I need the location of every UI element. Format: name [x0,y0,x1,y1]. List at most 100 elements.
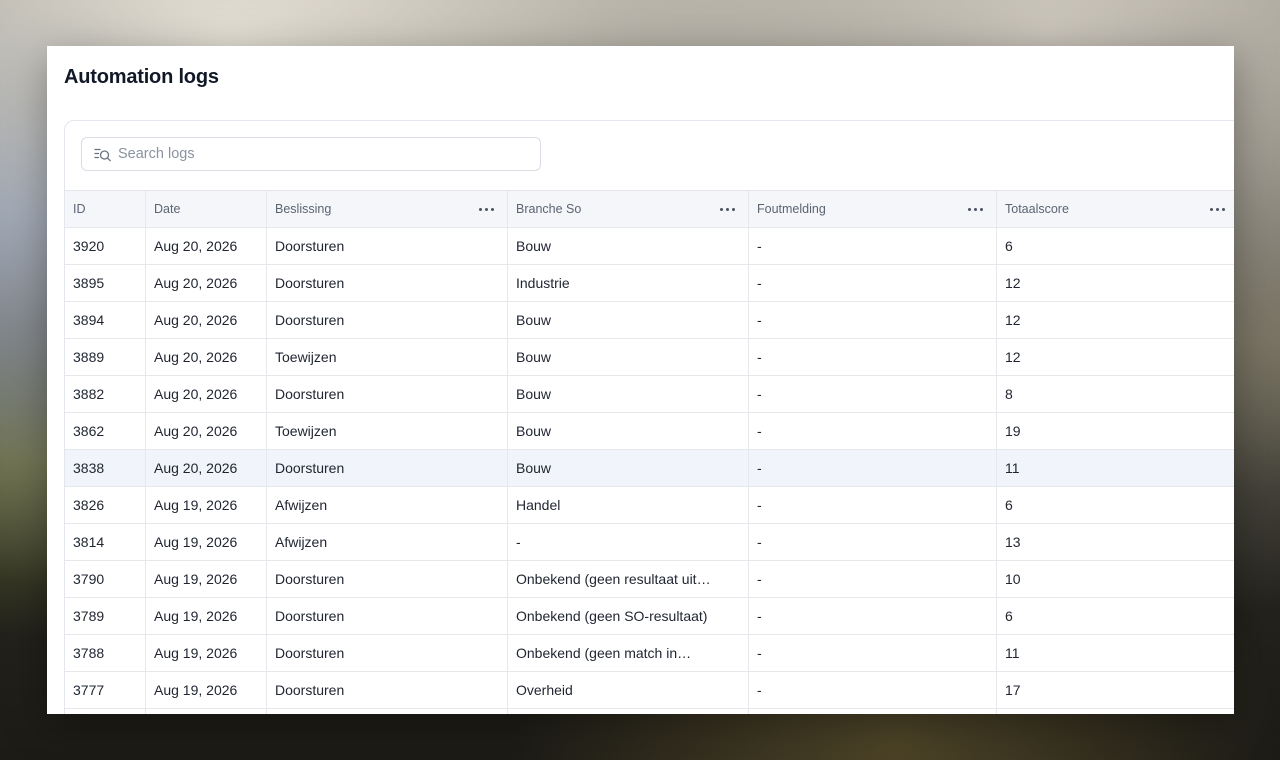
cell-beslissing: Doorsturen [267,302,508,338]
table-row[interactable]: 3889 Aug 20, 2026 Toewijzen Bouw -12 [65,339,1234,376]
cell-totaalscore: 12 [1005,275,1021,291]
cell-branche-so: - [508,524,749,560]
cell-foutmelding: - [749,598,997,634]
cell-foutmelding: - [749,450,997,486]
column-header-label: Totaalscore [1005,202,1069,216]
cell-totaalscore: 12 [1005,312,1021,328]
cell-beslissing [267,709,508,714]
column-menu-icon[interactable] [964,191,986,227]
table-row[interactable]: 3895 Aug 20, 2026 Doorsturen Industrie -12 [65,265,1234,302]
cell-totaalscore: 6 [1005,608,1013,624]
cell-totaalscore: 11 [1005,460,1020,476]
cell-date: Aug 20, 2026 [146,339,267,375]
table-header-row: ID Date Beslissing Branche So Foutmeldin… [65,191,1234,228]
cell-beslissing: Doorsturen [267,672,508,708]
cell-branche-so: Handel [508,487,749,523]
cell-date: Aug 20, 2026 [146,376,267,412]
cell-totaalscore: 19 [1005,423,1021,439]
cell-date: Aug 20, 2026 [146,413,267,449]
cell-totaalscore [997,709,1234,714]
cell-beslissing: Toewijzen [267,339,508,375]
cell-id: 3788 [65,635,146,671]
cell-foutmelding: - [749,339,997,375]
table-row[interactable]: 3862 Aug 20, 2026 Toewijzen Bouw -19 [65,413,1234,450]
cell-date: Aug 20, 2026 [146,265,267,301]
cell-id: 3920 [65,228,146,264]
cell-id: 3895 [65,265,146,301]
cell-date: Aug 20, 2026 [146,228,267,264]
column-header-date[interactable]: Date [146,191,267,227]
column-header-foutmelding[interactable]: Foutmelding [749,191,997,227]
cell-date: Aug 19, 2026 [146,524,267,560]
cell-date: Aug 20, 2026 [146,450,267,486]
cell-beslissing: Doorsturen [267,265,508,301]
table-row[interactable]: 3777 Aug 19, 2026 Doorsturen Overheid -17 [65,672,1234,709]
cell-date: Aug 19, 2026 [146,635,267,671]
cell-beslissing: Doorsturen [267,228,508,264]
cell-id: 3889 [65,339,146,375]
table-row[interactable]: 3814 Aug 19, 2026 Afwijzen - -13 [65,524,1234,561]
table-row[interactable]: 3882 Aug 20, 2026 Doorsturen Bouw -8 [65,376,1234,413]
cell-branche-so [508,709,749,714]
search-box[interactable] [81,137,541,171]
column-header-branche-so[interactable]: Branche So [508,191,749,227]
column-header-id[interactable]: ID [65,191,146,227]
cell-id: 3789 [65,598,146,634]
search-input[interactable] [118,138,528,170]
page-title: Automation logs [64,66,219,88]
cell-id: 3826 [65,487,146,523]
cell-branche-so: Onbekend (geen SO-resultaat) [508,598,749,634]
cell-id: 3777 [65,672,146,708]
cell-foutmelding: - [749,265,997,301]
logs-table: ID Date Beslissing Branche So Foutmeldin… [65,190,1234,714]
cell-branche-so: Bouw [508,376,749,412]
table-row[interactable]: 3920 Aug 20, 2026 Doorsturen Bouw -6 [65,228,1234,265]
cell-branche-so: Bouw [508,228,749,264]
column-header-totaalscore[interactable]: Totaalscore [997,191,1234,227]
cell-id: 3814 [65,524,146,560]
logs-table-card: ID Date Beslissing Branche So Foutmeldin… [64,120,1234,714]
column-header-label: Branche So [516,202,582,216]
cell-totaalscore: 11 [1005,645,1020,661]
cell-beslissing: Doorsturen [267,635,508,671]
cell-id [65,709,146,714]
cell-branche-so: Bouw [508,450,749,486]
app-window: Automation logs ID Date [47,46,1234,714]
cell-totaalscore: 12 [1005,349,1021,365]
cell-branche-so: Bouw [508,413,749,449]
cell-foutmelding: - [749,524,997,560]
cell-foutmelding: - [749,228,997,264]
cell-foutmelding: - [749,672,997,708]
column-header-label: Foutmelding [757,202,826,216]
table-row[interactable]: 3790 Aug 19, 2026 Doorsturen Onbekend (geen… [65,561,1234,598]
cell-branche-so: Overheid [508,672,749,708]
table-row[interactable]: 3826 Aug 19, 2026 Afwijzen Handel -6 [65,487,1234,524]
cell-id: 3838 [65,450,146,486]
table-row[interactable] [65,709,1234,714]
column-menu-icon[interactable] [716,191,738,227]
cell-date: Aug 19, 2026 [146,487,267,523]
cell-beslissing: Afwijzen [267,487,508,523]
cell-foutmelding [749,709,997,714]
table-row[interactable]: 3894 Aug 20, 2026 Doorsturen Bouw -12 [65,302,1234,339]
cell-beslissing: Toewijzen [267,413,508,449]
cell-foutmelding: - [749,376,997,412]
cell-date: Aug 19, 2026 [146,672,267,708]
column-header-beslissing[interactable]: Beslissing [267,191,508,227]
table-row[interactable]: 3789 Aug 19, 2026 Doorsturen Onbekend (geen… [65,598,1234,635]
cell-beslissing: Doorsturen [267,450,508,486]
cell-branche-so: Bouw [508,302,749,338]
cell-date: Aug 19, 2026 [146,598,267,634]
cell-foutmelding: - [749,487,997,523]
column-menu-icon[interactable] [475,191,497,227]
cell-foutmelding: - [749,413,997,449]
cell-branche-so: Industrie [508,265,749,301]
cell-id: 3882 [65,376,146,412]
table-row[interactable]: 3838 Aug 20, 2026 Doorsturen Bouw -11 [65,450,1234,487]
cell-beslissing: Doorsturen [267,598,508,634]
column-header-label: ID [73,202,86,216]
table-row[interactable]: 3788 Aug 19, 2026 Doorsturen Onbekend (geen… [65,635,1234,672]
column-menu-icon[interactable] [1206,191,1228,227]
cell-totaalscore: 13 [1005,534,1021,550]
cell-branche-so: Onbekend (geen match in… [508,635,749,671]
